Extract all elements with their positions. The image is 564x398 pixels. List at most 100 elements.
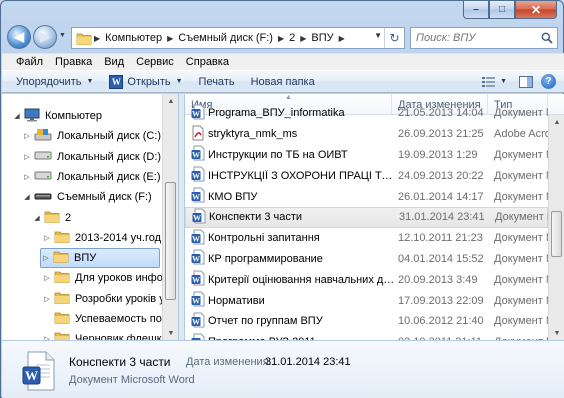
folder-icon	[44, 210, 60, 226]
file-row[interactable]: W Критерії оцінювання навчальних досягн..…	[185, 269, 548, 290]
word-doc-icon: W	[191, 312, 205, 331]
nav-tree-item[interactable]: Успеваемость по годам	[42, 309, 178, 329]
nav-tree-item[interactable]: ◢ Компьютер	[12, 106, 102, 126]
nav-tree-label: Локальный диск (C:)	[57, 130, 162, 143]
nav-tree-item[interactable]: ▷ Розробки уроків учебн	[42, 289, 178, 309]
details-date-value: 31.01.2014 23:41	[265, 356, 351, 368]
menu-tools[interactable]: Сервис	[130, 56, 180, 68]
scrollbar-thumb[interactable]	[165, 182, 176, 300]
pane-splitter[interactable]	[178, 94, 185, 340]
file-row[interactable]: W ІНСТРУКЦІЇ З ОХОРОНИ ПРАЦІ ТА ТЕХ...24.…	[185, 165, 548, 186]
breadcrumb-folder-vpu[interactable]: ВПУ	[308, 32, 336, 44]
menu-file[interactable]: Файл	[10, 56, 49, 68]
print-button[interactable]: Печать	[191, 71, 243, 92]
breadcrumb-separator[interactable]: ▶	[92, 34, 102, 43]
nav-tree-item[interactable]: ▷ Локальный диск (C:)	[22, 126, 161, 146]
word-icon: W	[109, 74, 124, 89]
nav-tree-item[interactable]: ▷ Черновик флешка	[42, 329, 168, 340]
change-view-button[interactable]	[478, 76, 500, 88]
nav-tree-label: 2013-2014 уч.год	[75, 231, 162, 244]
back-button[interactable]: ◀	[7, 25, 31, 49]
file-row[interactable]: W Конспекти 3 части 31.01.2014 23:41 Докуме…	[185, 206, 549, 228]
expanded-arrow-icon[interactable]: ◢	[32, 214, 42, 222]
file-list-scrollbar[interactable]: ▲ ▼	[548, 115, 564, 340]
nav-tree-item[interactable]: ◢ 2	[32, 208, 71, 228]
folder-icon	[54, 331, 70, 340]
file-row[interactable]: strуktyra_nmk_ms 26.09.2013 21:25 Adobe Ac…	[185, 124, 548, 145]
breadcrumb-separator[interactable]: ▶	[298, 34, 308, 43]
search-box[interactable]	[410, 27, 558, 49]
scroll-down-arrow-icon[interactable]: ▼	[549, 326, 564, 340]
file-row[interactable]: W Programa_ВПУ_informatika 21.05.2013 14:0…	[185, 103, 548, 124]
address-bar[interactable]: ▶ Компьютер ▶ Съемный диск (F:) ▶ 2 ▶ ВП…	[71, 27, 405, 49]
scroll-up-arrow-icon[interactable]: ▲	[549, 115, 564, 129]
help-icon[interactable]: ?	[541, 74, 556, 89]
collapsed-arrow-icon[interactable]: ▷	[22, 132, 32, 140]
minimize-button[interactable]: –	[463, 1, 489, 19]
word-doc-icon: W	[191, 187, 205, 206]
breadcrumb-separator[interactable]: ▶	[337, 34, 347, 43]
collapsed-arrow-icon[interactable]: ▷	[22, 173, 32, 181]
collapsed-arrow-icon[interactable]: ▷	[42, 234, 52, 242]
file-row[interactable]: W Контрольні запитання 12.10.2011 21:23 Док…	[185, 228, 548, 249]
scrollbar-thumb[interactable]	[551, 211, 562, 257]
scroll-up-arrow-icon[interactable]: ▲	[163, 94, 178, 108]
folder-icon	[54, 311, 70, 327]
expanded-arrow-icon[interactable]: ◢	[22, 193, 32, 201]
search-icon[interactable]	[541, 32, 553, 44]
menu-help[interactable]: Справка	[180, 56, 235, 68]
breadcrumb-separator[interactable]: ▶	[165, 34, 175, 43]
breadcrumb-folder-2[interactable]: 2	[286, 32, 298, 44]
file-name: Нормативи	[208, 294, 265, 307]
close-button[interactable]: ✕	[515, 1, 557, 19]
word-doc-icon: W	[191, 166, 205, 185]
svg-text:W: W	[25, 368, 38, 383]
file-row[interactable]: W Отчет по группам ВПУ 10.06.2012 21:40 Док…	[185, 311, 548, 332]
collapsed-arrow-icon[interactable]: ▷	[42, 295, 52, 303]
svg-text:W: W	[192, 255, 200, 264]
new-folder-button[interactable]: Новая папка	[243, 71, 323, 92]
breadcrumb-drive[interactable]: Съемный диск (F:)	[175, 32, 276, 44]
nav-tree-item[interactable]: ▷ ВПУ	[40, 248, 160, 269]
recent-pages-dropdown[interactable]: ▼	[59, 32, 69, 42]
collapsed-arrow-icon[interactable]: ▷	[22, 153, 32, 161]
menu-edit[interactable]: Правка	[49, 56, 98, 68]
file-type: Документ М	[494, 169, 548, 182]
address-history-dropdown[interactable]: ▼	[374, 31, 382, 40]
nav-tree-item[interactable]: ◢ Съемный диск (F:)	[22, 187, 151, 207]
breadcrumb-computer[interactable]: Компьютер	[102, 32, 165, 44]
file-row[interactable]: W Инструкции по ТБ на ОИВТ 19.09.2013 1:29…	[185, 145, 548, 166]
collapsed-arrow-icon[interactable]: ▷	[41, 254, 51, 262]
nav-tree-item[interactable]: ▷ 2013-2014 уч.год	[42, 228, 161, 248]
navigation-scrollbar[interactable]: ▲ ▼	[162, 94, 178, 340]
nav-tree-item[interactable]: ▷ Локальный диск (D:)	[22, 147, 161, 167]
collapsed-arrow-icon[interactable]: ▷	[42, 274, 52, 282]
svg-text:W: W	[192, 193, 200, 202]
view-dropdown-icon[interactable]: ▼	[500, 78, 507, 85]
file-row[interactable]: W Нормативи 17.09.2013 22:09 Документ М	[185, 290, 548, 311]
breadcrumb-separator[interactable]: ▶	[276, 34, 286, 43]
nav-tree-item[interactable]: ▷Для уроков информати	[42, 268, 178, 288]
organize-button[interactable]: Упорядочить ▼	[8, 71, 101, 92]
file-row[interactable]: W КР программирование 04.01.2014 15:52 Доку…	[185, 249, 548, 270]
file-type: Документ М	[494, 252, 548, 265]
refresh-icon[interactable]: ↻	[384, 28, 404, 48]
file-row[interactable]: W КМО ВПУ 26.01.2014 14:17 Документ М	[185, 186, 548, 207]
file-name: Критерії оцінювання навчальних досягн...	[208, 273, 398, 286]
file-type: Документ М	[494, 315, 548, 328]
nav-tree-label: Черновик флешка	[75, 333, 168, 340]
nav-tree-item[interactable]: ▷ Локальный диск (E:)	[22, 167, 160, 187]
file-name: strуktyra_nmk_ms	[208, 128, 298, 141]
expanded-arrow-icon[interactable]: ◢	[12, 112, 22, 120]
maximize-button[interactable]: □	[489, 1, 515, 19]
menu-view[interactable]: Вид	[98, 56, 130, 68]
scroll-down-arrow-icon[interactable]: ▼	[163, 326, 178, 340]
file-row[interactable]: WПрограмма ВУЗ 201102.10.2011 21:11Докум…	[185, 332, 548, 340]
search-input[interactable]	[411, 32, 535, 44]
svg-text:W: W	[193, 213, 201, 222]
preview-pane-button[interactable]	[515, 75, 537, 88]
word-doc-icon: W	[191, 333, 205, 340]
open-button[interactable]: W Открыть ▼	[101, 71, 190, 92]
forward-button[interactable]: ▶	[33, 25, 57, 49]
file-rows: W Programa_ВПУ_informatika 21.05.2013 14:0…	[185, 104, 549, 340]
